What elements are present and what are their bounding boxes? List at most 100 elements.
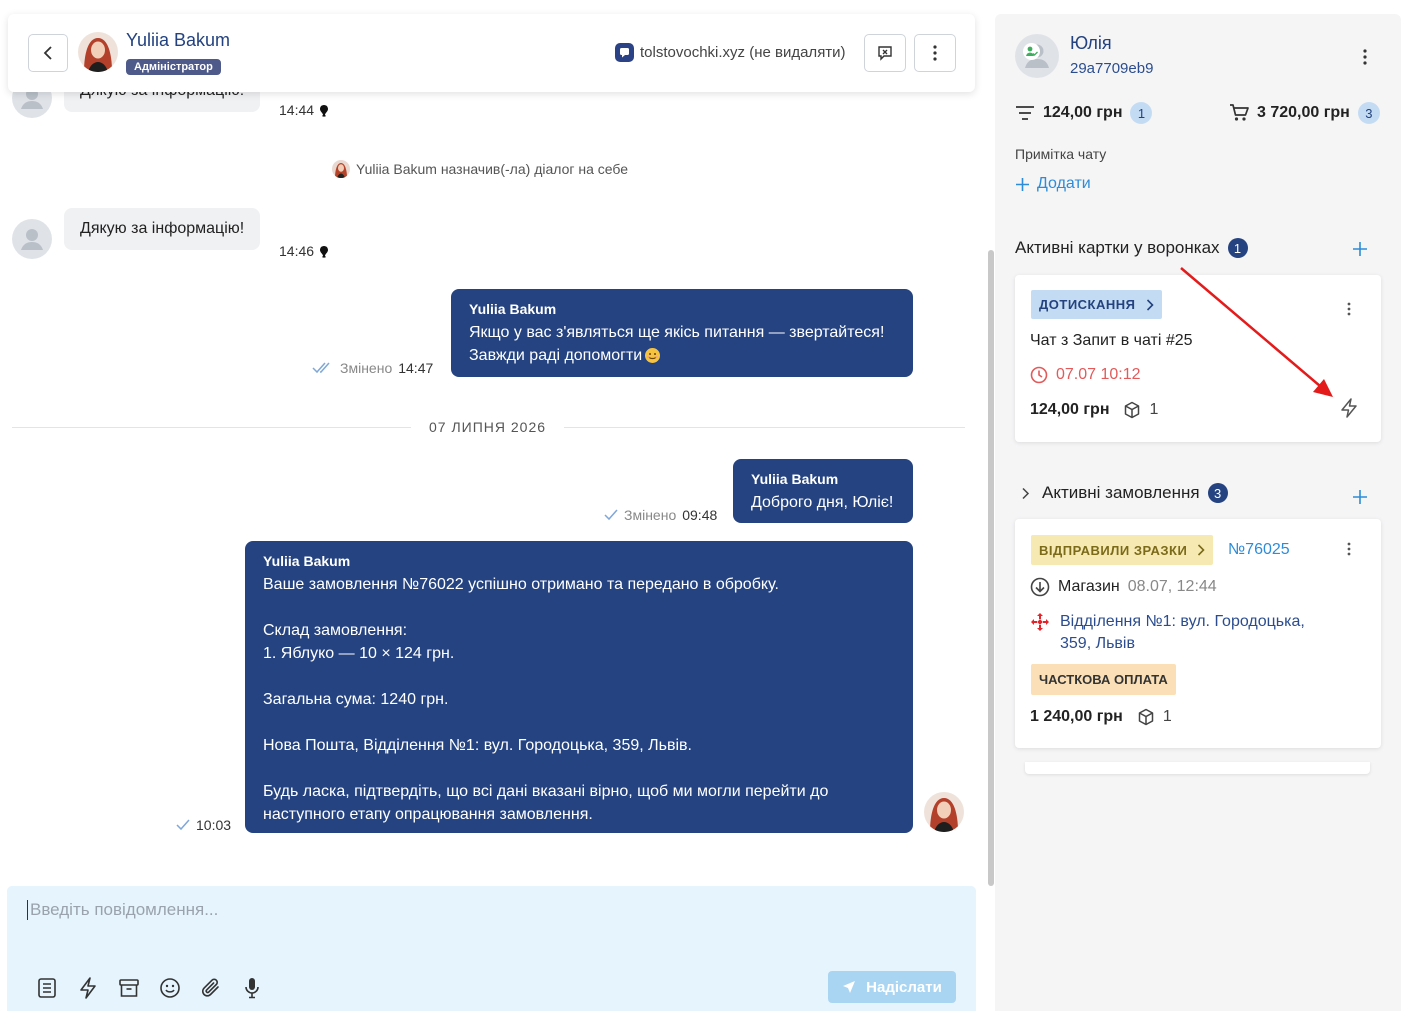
emoji-button[interactable]: [158, 976, 182, 1000]
edited-label: Змінено: [340, 360, 393, 376]
funnel-stage-label: ДОТИСКАННЯ: [1039, 297, 1136, 312]
message-input[interactable]: Введіть повідомлення...: [27, 900, 218, 920]
deadline-text: 07.07 10:12: [1056, 366, 1141, 383]
funnel-card-menu-button[interactable]: [1339, 299, 1359, 319]
chat-source[interactable]: tolstovochki.xyz (не видаляти): [615, 43, 846, 62]
order-card-menu-button[interactable]: [1339, 539, 1359, 559]
client-sidebar: Юлія 29a7709eb9 124,00 грн 1 3 720,00 гр…: [995, 14, 1401, 1011]
order-status-label: ВІДПРАВИЛИ ЗРАЗКИ: [1039, 542, 1188, 558]
funnel-total[interactable]: 124,00 грн 1: [1015, 102, 1153, 124]
order-store-row: Магазин 08.07, 12:44: [1030, 577, 1217, 597]
filter-lines-icon: [1016, 106, 1034, 120]
funnel-stage-chip[interactable]: ДОТИСКАННЯ: [1031, 290, 1162, 319]
section-title-text: Активні картки у воронках: [1015, 238, 1220, 257]
order-number-link[interactable]: №76025: [1228, 541, 1290, 559]
orders-total-amount: 3 720,00 грн: [1257, 104, 1350, 121]
orders-total[interactable]: 3 720,00 грн 3: [1229, 102, 1380, 124]
templates-button[interactable]: [35, 976, 59, 1000]
quick-actions-button[interactable]: [76, 976, 100, 1000]
operator-avatar: [924, 792, 964, 832]
funnel-card[interactable]: ДОТИСКАННЯ Чат з Запит в чаті #25 07.07 …: [1015, 275, 1381, 442]
package-icon: [1125, 401, 1140, 419]
message-time-text: 14:44: [279, 102, 315, 118]
delivery-address-link[interactable]: Відділення №1: вул. Городоцька, 359, Льв…: [1060, 611, 1305, 655]
message-time-text: 09:48: [682, 507, 718, 523]
read-marker-icon: [320, 104, 329, 117]
chat-note-label: Примітка чату: [1015, 146, 1107, 162]
add-note-button[interactable]: Додати: [1016, 175, 1091, 193]
kebab-menu-icon: [933, 45, 937, 61]
plus-icon: [1353, 242, 1367, 256]
chat-source-text: tolstovochki.xyz (не видаляти): [640, 44, 846, 61]
add-order-button[interactable]: [1353, 486, 1367, 508]
client-name[interactable]: Юлія: [1070, 33, 1112, 54]
message-meta: Змінено 09:48: [604, 507, 717, 523]
chat-channel-icon: [615, 43, 634, 62]
kebab-menu-icon: [1363, 49, 1367, 65]
chevron-left-icon: [43, 46, 52, 60]
chevron-right-icon: [1198, 544, 1205, 556]
message-sender: Yuliia Bakum: [469, 301, 557, 317]
funnel-card-deadline: 07.07 10:12: [1030, 366, 1141, 384]
funnel-card-summary: 124,00 грн 1: [1030, 401, 1158, 419]
message-time: 14:44: [279, 102, 329, 118]
attach-file-button[interactable]: [199, 976, 223, 1000]
stacked-order-card: [1025, 762, 1370, 774]
funnel-total-amount: 124,00 грн: [1043, 104, 1123, 121]
message-bubble-incoming: Дякую за інформацію!: [64, 208, 261, 250]
message-bubble-outgoing: Yuliia Bakum Доброго дня, Юліє!: [733, 459, 913, 523]
kebab-menu-icon: [1347, 542, 1351, 556]
lightning-icon: [1341, 398, 1357, 418]
operator-avatar[interactable]: [78, 32, 118, 72]
order-card[interactable]: ВІДПРАВИЛИ ЗРАЗКИ №76025 Магазин 08.07, …: [1015, 519, 1381, 748]
funnel-card-title: Чат з Запит в чаті #25: [1030, 332, 1193, 349]
payment-status-chip: ЧАСТКОВА ОПЛАТА: [1031, 664, 1176, 695]
message-composer: Введіть повідомлення... Надіслати: [7, 886, 976, 1011]
archive-box-icon: [119, 979, 139, 997]
close-dialog-button[interactable]: [864, 34, 906, 72]
send-button[interactable]: Надіслати: [828, 971, 956, 1003]
chevron-right-icon: [1146, 298, 1154, 311]
voice-message-button[interactable]: [240, 976, 264, 1000]
section-title-text: Активні замовлення: [1042, 483, 1200, 502]
lightning-icon: [80, 977, 96, 999]
funnel-card-items: 1: [1149, 401, 1159, 418]
message-bubble-outgoing: Yuliia Bakum Ваше замовлення №76022 успі…: [245, 541, 913, 833]
back-button[interactable]: [28, 34, 68, 72]
message-sender: Yuliia Bakum: [263, 553, 351, 569]
order-status-chip[interactable]: ВІДПРАВИЛИ ЗРАЗКИ: [1031, 535, 1214, 565]
read-marker-icon: [320, 245, 329, 258]
message-sender: Yuliia Bakum: [751, 471, 839, 487]
close-chat-icon: [878, 46, 892, 61]
message-list[interactable]: Дякую за інформацію! 14:44 Yuliia Bakum …: [0, 0, 985, 880]
message-text: Ваше замовлення №76022 успішно отримано …: [263, 576, 829, 823]
funnel-total-count: 1: [1130, 102, 1153, 124]
funnel-cards-title: Активні картки у воронках 1: [1015, 238, 1248, 258]
date-divider: 07 ЛИПНЯ 2026: [411, 419, 565, 435]
check-icon: [176, 819, 190, 831]
role-badge: Адміністратор: [126, 59, 221, 75]
client-menu-button[interactable]: [1355, 47, 1375, 67]
message-text: Завжди раді допомогти: [469, 347, 643, 364]
message-text: Доброго дня, Юліє!: [751, 494, 894, 511]
message-meta: Змінено 14:47: [312, 360, 433, 376]
products-button[interactable]: [117, 976, 141, 1000]
add-funnel-card-button[interactable]: [1353, 238, 1367, 260]
clock-icon: [1030, 366, 1048, 384]
microphone-icon: [245, 978, 259, 999]
more-options-button[interactable]: [914, 34, 956, 72]
download-circle-icon: [1030, 577, 1050, 597]
send-button-label: Надіслати: [866, 978, 942, 996]
cart-icon: [1230, 104, 1249, 121]
orders-total-count: 3: [1357, 102, 1380, 124]
chat-scrollbar[interactable]: [988, 250, 994, 886]
client-id[interactable]: 29a7709eb9: [1070, 60, 1153, 77]
document-icon: [38, 978, 56, 998]
operator-name[interactable]: Yuliia Bakum: [126, 30, 230, 51]
automation-button[interactable]: [1340, 398, 1358, 422]
order-amount: 1 240,00 грн: [1030, 708, 1123, 725]
active-orders-title[interactable]: Активні замовлення 3: [1021, 483, 1228, 503]
order-items: 1: [1162, 708, 1172, 725]
add-note-label: Додати: [1037, 175, 1091, 192]
funnel-card-amount: 124,00 грн: [1030, 401, 1110, 418]
